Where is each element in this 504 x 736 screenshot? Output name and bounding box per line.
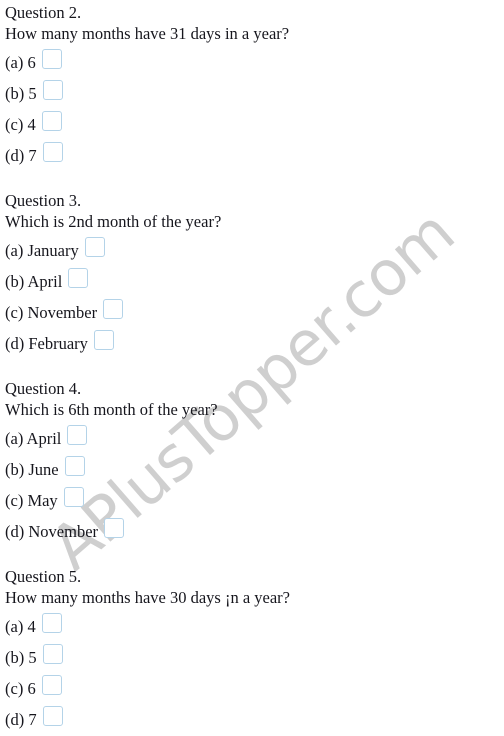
option-row[interactable]: (c) May — [5, 486, 504, 517]
question-prompt: How many months have 31 days in a year? — [5, 24, 290, 43]
option-checkbox[interactable] — [64, 456, 85, 476]
option-label: (a) January — [5, 241, 79, 260]
option-checkbox[interactable] — [93, 330, 114, 350]
question-block-3: Question 3. Which is 2nd month of the ye… — [5, 190, 504, 360]
option-list: (a) January (b) April (c) November (d) F… — [5, 236, 504, 360]
option-row[interactable]: (b) 5 — [5, 79, 504, 110]
option-label: (d) 7 — [5, 146, 37, 165]
option-checkbox[interactable] — [63, 487, 84, 507]
option-row[interactable]: (c) 4 — [5, 110, 504, 141]
questions-container: Question 2. How many months have 31 days… — [0, 0, 504, 736]
option-label: (a) 4 — [5, 617, 36, 636]
option-checkbox[interactable] — [67, 425, 88, 445]
option-row[interactable]: (a) 6 — [5, 48, 504, 79]
option-row[interactable]: (b) June — [5, 455, 504, 486]
option-checkbox[interactable] — [42, 142, 63, 162]
option-label: (a) April — [5, 429, 62, 448]
option-label: (b) April — [5, 272, 63, 291]
question-block-2: Question 2. How many months have 31 days… — [5, 2, 504, 172]
option-label: (c) November — [5, 303, 98, 322]
question-block-4: Question 4. Which is 6th month of the ye… — [5, 378, 504, 548]
option-row[interactable]: (c) 6 — [5, 674, 504, 705]
option-checkbox[interactable] — [103, 299, 124, 319]
option-checkbox[interactable] — [42, 644, 63, 664]
question-title: Question 3. — [5, 191, 82, 210]
option-list: (a) April (b) June (c) May (d) November — [5, 424, 504, 548]
option-list: (a) 4 (b) 5 (c) 6 (d) 7 — [5, 612, 504, 736]
option-label: (b) June — [5, 460, 59, 479]
option-label: (b) 5 — [5, 648, 37, 667]
option-row[interactable]: (d) November — [5, 517, 504, 548]
option-row[interactable]: (d) February — [5, 329, 504, 360]
option-checkbox[interactable] — [84, 237, 105, 257]
question-prompt: Which is 2nd month of the year? — [5, 212, 222, 231]
option-label: (d) November — [5, 522, 99, 541]
option-checkbox[interactable] — [41, 49, 62, 69]
option-label: (b) 5 — [5, 84, 37, 103]
option-checkbox[interactable] — [104, 518, 125, 538]
option-checkbox[interactable] — [42, 706, 63, 726]
option-row[interactable]: (a) January — [5, 236, 504, 267]
option-checkbox[interactable] — [41, 111, 62, 131]
question-prompt: Which is 6th month of the year? — [5, 400, 218, 419]
option-label: (c) 4 — [5, 115, 36, 134]
option-list: (a) 6 (b) 5 (c) 4 (d) 7 — [5, 48, 504, 172]
question-title: Question 4. — [5, 379, 82, 398]
option-row[interactable]: (a) April — [5, 424, 504, 455]
option-checkbox[interactable] — [68, 268, 89, 288]
option-checkbox[interactable] — [41, 675, 62, 695]
option-label: (c) 6 — [5, 679, 36, 698]
option-row[interactable]: (a) 4 — [5, 612, 504, 643]
option-label: (d) 7 — [5, 710, 37, 729]
option-label: (a) 6 — [5, 53, 36, 72]
question-block-5: Question 5. How many months have 30 days… — [5, 566, 504, 736]
question-title: Question 5. — [5, 567, 82, 586]
option-row[interactable]: (b) 5 — [5, 643, 504, 674]
question-title: Question 2. — [5, 3, 82, 22]
worksheet-page: APlusTopper.com Question 2. How many mon… — [0, 0, 504, 729]
option-row[interactable]: (c) November — [5, 298, 504, 329]
option-row[interactable]: (b) April — [5, 267, 504, 298]
question-prompt: How many months have 30 days ¡n a year? — [5, 588, 291, 607]
option-label: (c) May — [5, 491, 58, 510]
option-checkbox[interactable] — [41, 613, 62, 633]
option-checkbox[interactable] — [42, 80, 63, 100]
option-label: (d) February — [5, 334, 88, 353]
option-row[interactable]: (d) 7 — [5, 141, 504, 172]
